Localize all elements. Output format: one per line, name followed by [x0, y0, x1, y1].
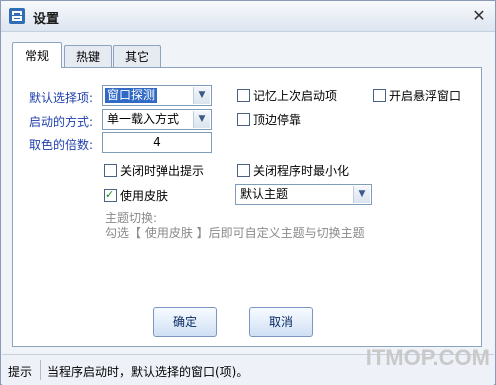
checkbox-box[interactable] — [104, 164, 117, 177]
chevron-down-icon[interactable]: ▼ — [193, 87, 210, 104]
window-title: 设置 — [33, 12, 60, 27]
checkbox-box[interactable] — [237, 113, 250, 126]
start-mode-label: 启动的方式: — [29, 115, 94, 129]
minimize-on-close-checkbox[interactable]: 关闭程序时最小化 — [237, 163, 349, 179]
tab-hotkeys[interactable]: 热键 — [64, 45, 112, 67]
dock-top-label: 顶边停靠 — [253, 113, 302, 127]
checkbox-box[interactable] — [237, 164, 250, 177]
start-mode-value: 单一载入方式 — [107, 112, 180, 126]
general-panel: 默认选择项: 窗口探测 ▼ 记忆上次启动项 开启悬浮窗口 启动的方式: 单一载入… — [12, 67, 482, 347]
tab-other[interactable]: 其它 — [113, 45, 161, 67]
dock-top-checkbox[interactable]: 顶边停靠 — [237, 112, 301, 128]
watermark-logo: ITMOP.COM — [365, 345, 490, 370]
multiplier-input[interactable]: 4 — [102, 132, 212, 153]
floating-window-checkbox[interactable]: 开启悬浮窗口 — [373, 88, 461, 104]
chevron-down-icon[interactable]: ▼ — [353, 186, 370, 203]
popup-on-close-label: 关闭时弹出提示 — [120, 164, 205, 178]
theme-select[interactable]: 默认主题 ▼ — [235, 184, 372, 205]
remember-last-label: 记忆上次启动项 — [253, 89, 338, 103]
default-option-label: 默认选择项: — [29, 91, 94, 105]
ok-button[interactable]: 确定 — [153, 307, 217, 337]
close-icon[interactable]: ✕ — [471, 8, 487, 24]
cancel-button[interactable]: 取消 — [249, 307, 313, 337]
floating-window-label: 开启悬浮窗口 — [389, 89, 462, 103]
multiplier-label: 取色的倍数: — [29, 138, 94, 152]
default-option-select[interactable]: 窗口探测 ▼ — [102, 85, 212, 106]
checkbox-box[interactable] — [237, 89, 250, 102]
remember-last-checkbox[interactable]: 记忆上次启动项 — [237, 88, 337, 104]
theme-hint-text: 勾选【 使用皮肤 】后即可自定义主题与切换主题 — [105, 226, 365, 240]
use-skin-checkbox[interactable]: 使用皮肤 — [104, 187, 169, 204]
checkbox-box[interactable] — [373, 89, 386, 102]
start-mode-select[interactable]: 单一载入方式 ▼ — [102, 109, 212, 130]
minimize-on-close-label: 关闭程序时最小化 — [253, 164, 350, 178]
status-divider — [40, 360, 41, 380]
default-option-value: 窗口探测 — [105, 88, 158, 103]
status-message: 当程序启动时，默认选择的窗口(项)。 — [47, 365, 249, 379]
tab-general[interactable]: 常规 — [12, 42, 62, 68]
app-icon — [9, 8, 25, 24]
title-bar: 设置 ✕ — [1, 1, 495, 32]
checkbox-box-checked[interactable] — [104, 187, 117, 203]
dialog-body: 常规 热键 其它 默认选择项: 窗口探测 ▼ 记忆上次启动项 开启悬浮窗口 启动… — [2, 32, 494, 354]
status-caption: 提示 — [8, 365, 33, 379]
use-skin-label: 使用皮肤 — [120, 189, 169, 203]
popup-on-close-checkbox[interactable]: 关闭时弹出提示 — [104, 163, 204, 179]
theme-value: 默认主题 — [240, 187, 289, 201]
settings-window: 设置 ✕ 常规 热键 其它 默认选择项: 窗口探测 ▼ 记忆上次启动项 开启悬浮… — [0, 0, 496, 385]
chevron-down-icon[interactable]: ▼ — [193, 111, 210, 128]
